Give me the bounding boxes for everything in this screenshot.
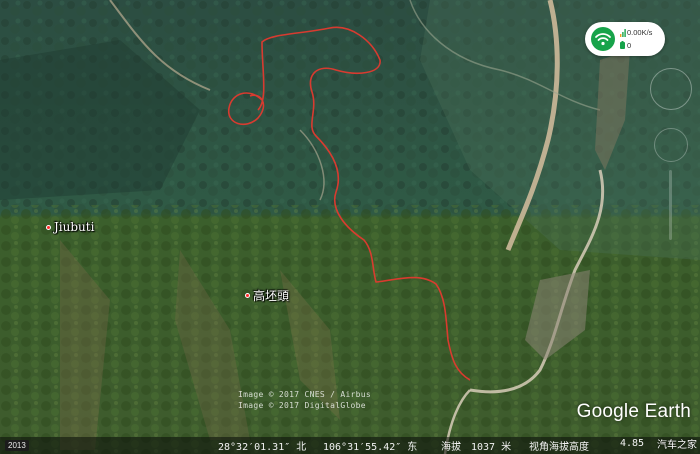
google-earth-logo: Google Earth — [576, 401, 691, 422]
zoom-slider[interactable] — [669, 170, 672, 240]
place-label: Jiubuti — [54, 220, 95, 234]
network-speed-value: 0.00K/s — [627, 28, 653, 37]
elevation-value: 1037 米 — [471, 442, 512, 453]
elevation-label: 海拔 — [441, 442, 461, 453]
eye-altitude-value: 4.85 — [620, 438, 645, 449]
longitude-readout: 106°31′55.42″ 东 — [323, 442, 418, 453]
look-control[interactable] — [654, 128, 688, 162]
imagery-attribution: Image © 2017 CNES / Airbus — [238, 390, 372, 399]
source-watermark: 汽车之家 — [657, 440, 697, 451]
place-pin-icon — [245, 293, 250, 298]
wifi-icon — [591, 27, 615, 51]
place-label: 高坯頭 — [253, 289, 290, 303]
place-marker[interactable]: 高坯頭 — [245, 287, 289, 304]
imagery-attribution: Image © 2017 DigitalGlobe — [238, 401, 366, 410]
eye-altitude-label: 视角海拔高度 — [529, 442, 589, 453]
compass-control[interactable] — [650, 68, 692, 110]
latitude-readout: 28°32′01.31″ 北 — [218, 442, 307, 453]
connection-count: 0 — [627, 41, 632, 50]
place-pin-icon — [46, 224, 51, 230]
map-viewport[interactable]: Jiubuti 高坯頭 Image © 2017 CNES / Airbus I… — [0, 0, 700, 454]
imagery-date-badge: 2013 — [5, 440, 29, 451]
battery-icon — [620, 41, 625, 49]
place-marker[interactable]: Jiubuti — [46, 220, 94, 234]
satellite-terrain[interactable] — [0, 0, 700, 454]
network-speed-widget: 0.00K/s 0 — [585, 22, 665, 56]
signal-bars-icon — [620, 29, 626, 37]
